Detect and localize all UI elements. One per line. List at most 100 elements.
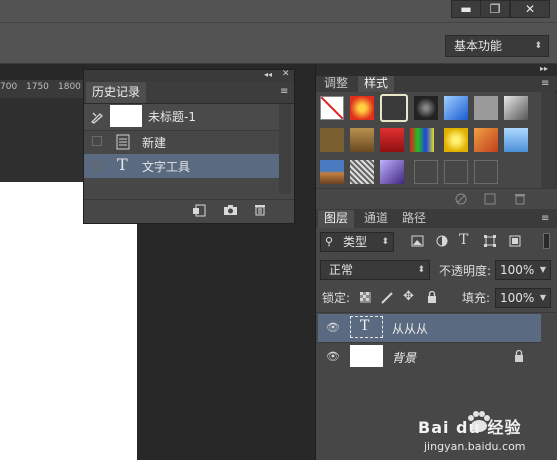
filter-adjustment-icon[interactable] bbox=[436, 235, 448, 247]
style-swatch[interactable] bbox=[474, 96, 498, 120]
style-swatch-selected[interactable] bbox=[380, 94, 408, 122]
tab-layers[interactable]: 图层 bbox=[318, 210, 355, 228]
camera-icon[interactable] bbox=[223, 204, 238, 216]
background-layer-thumbnail bbox=[350, 345, 383, 367]
filter-type-icon[interactable]: T bbox=[459, 232, 468, 248]
select-arrow-icon: ⬍ bbox=[381, 237, 389, 247]
fill-input[interactable]: 100% ▼ bbox=[495, 288, 551, 308]
layer-name: 背景 bbox=[392, 351, 417, 365]
history-scrollbar[interactable] bbox=[279, 104, 291, 194]
text-layer-thumbnail: T bbox=[350, 316, 383, 338]
tab-adjustments[interactable]: 调整 bbox=[318, 76, 354, 92]
ruler-tick-label: 1750 bbox=[26, 82, 49, 92]
style-swatch[interactable] bbox=[474, 160, 498, 184]
type-tool-icon: T bbox=[117, 155, 128, 174]
layer-row[interactable]: 👁 背景 bbox=[318, 342, 541, 370]
style-swatch[interactable] bbox=[380, 160, 404, 184]
collapse-icon[interactable]: ▸▸ bbox=[540, 64, 548, 73]
search-icon: ⚲ bbox=[325, 235, 334, 248]
history-brush-icon[interactable] bbox=[90, 110, 104, 124]
chevron-down-icon[interactable]: ▼ bbox=[540, 289, 546, 307]
watermark-url: jingyan.baidu.com bbox=[424, 440, 526, 453]
chevron-down-icon[interactable]: ▼ bbox=[540, 261, 546, 279]
style-swatch[interactable] bbox=[320, 160, 344, 184]
lock-transparent-pixels-icon[interactable] bbox=[360, 292, 371, 303]
minimize-button[interactable]: ▬ bbox=[451, 0, 481, 18]
visibility-eye-icon[interactable]: 👁 bbox=[326, 321, 340, 334]
divider bbox=[316, 312, 557, 313]
style-swatch[interactable] bbox=[444, 128, 468, 152]
style-swatch[interactable] bbox=[350, 128, 374, 152]
lock-icon bbox=[515, 350, 523, 362]
filter-pixel-icon[interactable] bbox=[411, 235, 424, 247]
panel-menu-icon[interactable]: ≡ bbox=[541, 78, 549, 89]
horizontal-ruler[interactable]: 700 1750 1800 bbox=[0, 80, 84, 99]
layer-row-selected[interactable]: 👁 T 从从从 bbox=[318, 314, 541, 342]
opacity-label: 不透明度: bbox=[439, 264, 492, 278]
close-icon[interactable]: ✕ bbox=[282, 69, 290, 79]
select-arrow-icon: ⬍ bbox=[534, 41, 542, 51]
collapse-icon[interactable]: ◂◂ bbox=[264, 70, 272, 79]
lock-all-icon[interactable] bbox=[427, 291, 437, 303]
styles-footer bbox=[316, 188, 557, 209]
filter-smart-object-icon[interactable] bbox=[509, 235, 521, 247]
style-swatch[interactable] bbox=[504, 96, 528, 120]
close-window-button[interactable]: ✕ bbox=[510, 0, 550, 18]
history-tab-bar: 历史记录 ≡ bbox=[84, 82, 294, 104]
lock-image-pixels-icon[interactable] bbox=[381, 291, 394, 304]
style-swatch[interactable] bbox=[350, 160, 374, 184]
new-style-icon[interactable] bbox=[484, 193, 496, 205]
layer-filter-select[interactable]: ⚲ 类型 ⬍ bbox=[320, 232, 394, 252]
style-swatch[interactable] bbox=[320, 128, 344, 152]
layers-tab-bar: 图层 通道 路径 ≡ bbox=[316, 210, 557, 229]
panel-menu-icon[interactable]: ≡ bbox=[280, 86, 288, 97]
style-swatch[interactable] bbox=[414, 160, 438, 184]
style-swatch[interactable] bbox=[444, 96, 468, 120]
styles-grid bbox=[316, 92, 541, 188]
style-swatch[interactable] bbox=[504, 128, 528, 152]
panel-menu-icon[interactable]: ≡ bbox=[541, 213, 549, 224]
lock-position-icon[interactable]: ✥ bbox=[403, 289, 414, 304]
watermark-brand: Bai du 经验 bbox=[418, 418, 522, 437]
layer-name: 从从从 bbox=[392, 322, 429, 336]
history-snapshot[interactable]: 未标题-1 bbox=[84, 104, 279, 130]
history-state-label: 新建 bbox=[142, 136, 167, 150]
tab-channels[interactable]: 通道 bbox=[358, 210, 394, 228]
style-swatch[interactable] bbox=[444, 160, 468, 184]
trash-icon[interactable] bbox=[514, 192, 526, 205]
clear-style-icon[interactable] bbox=[455, 193, 467, 205]
tab-styles[interactable]: 样式 bbox=[358, 76, 395, 92]
pasteboard bbox=[0, 98, 84, 182]
blend-mode-select[interactable]: 正常 ⬍ bbox=[320, 260, 430, 280]
style-swatch[interactable] bbox=[380, 128, 404, 152]
filter-shape-icon[interactable] bbox=[484, 235, 496, 247]
select-arrow-icon: ⬍ bbox=[417, 265, 425, 275]
tab-paths[interactable]: 路径 bbox=[396, 210, 432, 228]
workspace-select[interactable]: 基本功能 ⬍ bbox=[445, 35, 549, 57]
style-swatch[interactable] bbox=[350, 96, 374, 120]
visibility-eye-icon[interactable]: 👁 bbox=[326, 350, 340, 363]
fill-label: 填充: bbox=[462, 291, 491, 305]
trash-icon[interactable] bbox=[254, 203, 266, 216]
document-icon bbox=[116, 134, 130, 150]
opacity-input[interactable]: 100% ▼ bbox=[495, 260, 551, 280]
styles-title-strip[interactable]: ▸▸ bbox=[316, 64, 557, 76]
tab-history[interactable]: 历史记录 bbox=[86, 82, 147, 103]
history-footer bbox=[84, 199, 294, 222]
style-swatch[interactable] bbox=[410, 128, 434, 152]
ruler-tick-label: 1800 bbox=[58, 82, 81, 92]
snapshot-label: 未标题-1 bbox=[148, 110, 196, 124]
history-source-checkbox[interactable] bbox=[92, 136, 102, 146]
history-source-checkbox[interactable] bbox=[92, 160, 102, 170]
style-swatch[interactable] bbox=[474, 128, 498, 152]
history-state-item-selected[interactable]: T 文字工具 bbox=[84, 154, 279, 178]
filter-toggle-switch[interactable] bbox=[543, 233, 550, 249]
panel-title-strip[interactable]: ◂◂ ✕ bbox=[84, 69, 294, 82]
ruler-tick-label: 700 bbox=[0, 82, 18, 92]
new-document-from-state-icon[interactable] bbox=[192, 204, 206, 217]
styles-scrollbar[interactable] bbox=[541, 92, 555, 188]
restore-button[interactable]: ❐ bbox=[480, 0, 510, 18]
history-state-item[interactable]: 新建 bbox=[84, 130, 279, 154]
style-none-swatch[interactable] bbox=[320, 96, 344, 120]
style-swatch[interactable] bbox=[414, 96, 438, 120]
